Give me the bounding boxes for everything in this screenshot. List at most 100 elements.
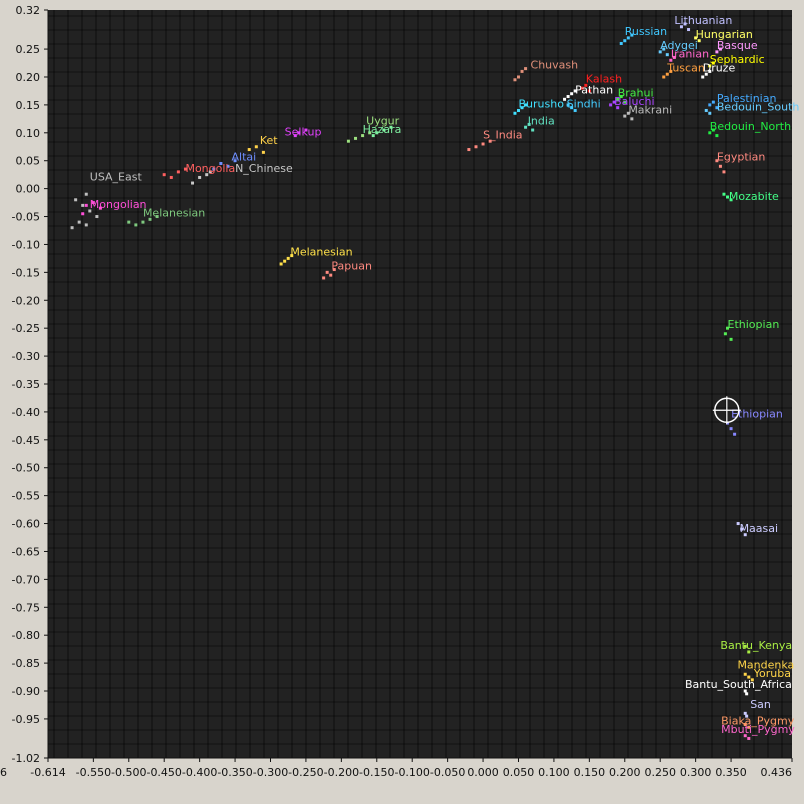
data-point (329, 273, 333, 277)
data-point (81, 203, 85, 207)
x-tick-label: -0.500 (111, 766, 146, 779)
data-point (524, 125, 528, 129)
data-point (467, 148, 471, 152)
population-label: Hazara (363, 123, 402, 136)
y-tick-label: -0.40 (12, 406, 40, 419)
y-tick-label: 0.25 (16, 43, 41, 56)
population-label: USA_East (90, 170, 143, 183)
x-tick-label: 0.100 (538, 766, 570, 779)
x-tick-label: -0.400 (182, 766, 217, 779)
population-label: Bantu_Kenya (720, 639, 792, 652)
data-point (191, 181, 195, 185)
population-label: Mozabite (729, 190, 779, 203)
population-label: Chuvash (531, 59, 579, 72)
x-tick-label: 0.436 (761, 766, 793, 779)
y-tick-label: 0.20 (16, 71, 41, 84)
data-point (726, 421, 730, 425)
population-label: Mongolian (90, 198, 147, 211)
data-point (743, 672, 747, 676)
data-point (729, 427, 733, 431)
x-tick-label: 0.150 (574, 766, 606, 779)
scatter-plot[interactable]: 0.32 0.25 0.20 0.15 0.10 0.05 0.00 -0.05 -0.10 -0… (0, 0, 804, 804)
data-point (254, 145, 258, 149)
y-tick-label: -0.85 (12, 657, 40, 670)
population-label: Melanesian (290, 246, 352, 259)
data-point (704, 108, 708, 112)
data-point (261, 150, 265, 154)
data-point (701, 75, 705, 79)
population-label: Sindhi (567, 98, 601, 111)
population-label: Mongolia (185, 162, 235, 175)
data-point (711, 100, 715, 104)
data-point (516, 75, 520, 79)
data-point (687, 28, 691, 32)
data-point (169, 175, 173, 179)
population-label: Russian (625, 25, 667, 38)
y-tick-label: -0.20 (12, 294, 40, 307)
data-point (513, 78, 517, 82)
data-point (279, 262, 283, 266)
data-point (325, 270, 329, 274)
x-tick-label: -0.350 (217, 766, 252, 779)
y-tick-label: -0.70 (12, 573, 40, 586)
x-tick-label: -0.250 (288, 766, 323, 779)
population-label: Burusho (518, 98, 564, 111)
data-point (162, 173, 166, 177)
population-label: Lithuanian (674, 14, 732, 27)
data-point (198, 175, 202, 179)
data-point (81, 212, 85, 216)
data-point (729, 337, 733, 341)
data-point (481, 142, 485, 146)
y-tick-label: -0.65 (12, 545, 40, 558)
population-label: S_India (483, 128, 522, 141)
x-tick-label: 0.200 (609, 766, 641, 779)
data-point (176, 170, 180, 174)
data-point (134, 223, 138, 227)
data-point (524, 67, 528, 71)
y-tick-label: -0.15 (12, 266, 40, 279)
x-tick-label: -0.550 (76, 766, 111, 779)
chart-window: 0.32 0.25 0.20 0.15 0.10 0.05 0.00 -0.05 -0.10 -0… (0, 0, 804, 804)
x-tick-label: 0.350 (715, 766, 747, 779)
data-point (662, 75, 666, 79)
data-point (733, 432, 737, 436)
y-tick-label: -0.80 (12, 629, 40, 642)
data-point (747, 736, 751, 740)
y-tick-label: -0.25 (12, 322, 40, 335)
left-edge-label: 6 (0, 766, 7, 779)
data-point (322, 276, 326, 280)
x-tick-label: -0.450 (146, 766, 181, 779)
data-point (286, 256, 290, 260)
data-point (718, 164, 722, 168)
y-tick-label: -0.95 (12, 713, 40, 726)
data-point (95, 215, 99, 219)
data-point (708, 111, 712, 115)
y-tick-label: -0.90 (12, 685, 40, 698)
population-label: Bedouin_North (710, 120, 791, 133)
data-point (346, 139, 350, 143)
data-point (474, 145, 478, 149)
data-point (520, 69, 524, 73)
data-point (609, 103, 613, 107)
data-point (141, 220, 145, 224)
y-tick-label: -0.30 (12, 350, 40, 363)
x-tick-label: -0.100 (394, 766, 429, 779)
y-tick-label: -0.75 (12, 601, 40, 614)
data-point (74, 198, 78, 202)
data-point (70, 226, 74, 230)
data-point (623, 114, 627, 118)
data-point (708, 103, 712, 107)
population-label: Basque (717, 39, 758, 52)
y-tick-label: 0.10 (16, 127, 41, 140)
population-label: India (528, 114, 555, 127)
population-label: Pathan (575, 84, 613, 97)
data-point (354, 136, 358, 140)
y-tick-label: 0.05 (16, 155, 41, 168)
x-tick-label: -0.300 (253, 766, 288, 779)
x-tick-label: -0.614 (30, 766, 65, 779)
population-label: Papuan (331, 260, 372, 273)
y-tick-label: -0.55 (12, 490, 40, 503)
y-tick-label: -0.35 (12, 378, 40, 391)
population-label: Ethiopian (728, 318, 780, 331)
x-tick-label: 0.050 (503, 766, 535, 779)
